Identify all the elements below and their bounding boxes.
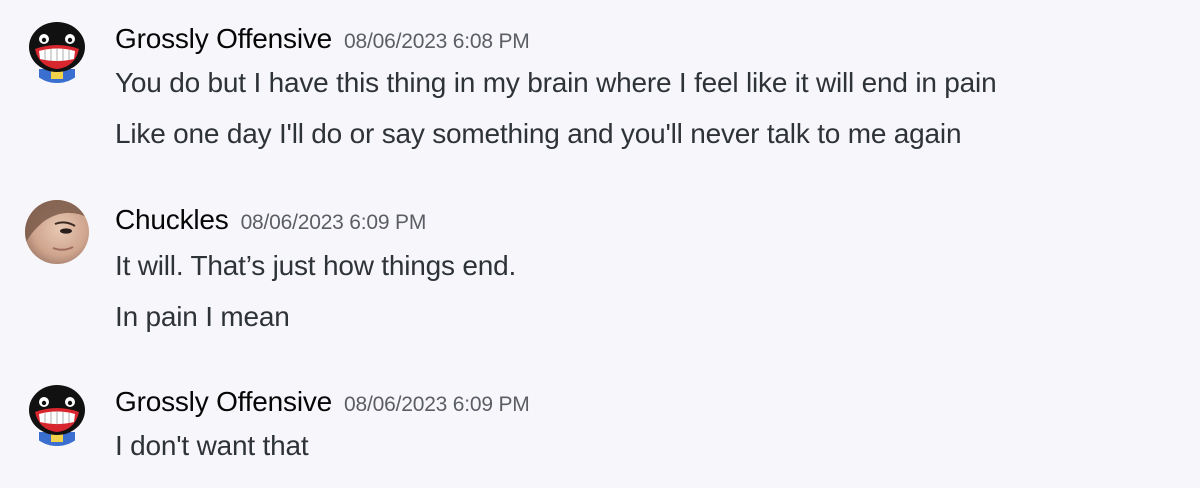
grinning-face-avatar[interactable] (25, 19, 89, 83)
message-text: In pain I mean (115, 301, 290, 332)
face-photo-avatar[interactable] (25, 200, 89, 264)
message-text: Like one day I'll do or say something an… (115, 118, 962, 149)
message-group: Grossly Offensive 08/06/2023 6:08 PM You … (0, 19, 1200, 159)
chat-log: Grossly Offensive 08/06/2023 6:08 PM You … (0, 0, 1200, 488)
grinning-face-icon (25, 19, 89, 83)
message-text: It will. That’s just how things end. (115, 250, 517, 281)
author-name[interactable]: Grossly Offensive (115, 386, 332, 417)
message-text: I don't want that (115, 430, 309, 461)
message-header: Grossly Offensive 08/06/2023 6:09 PM (115, 382, 530, 422)
face-photo-icon (25, 200, 89, 264)
author-name[interactable]: Chuckles (115, 204, 229, 235)
message-timestamp: 08/06/2023 6:09 PM (240, 211, 427, 234)
grinning-face-avatar[interactable] (25, 382, 89, 446)
message-header: Grossly Offensive 08/06/2023 6:08 PM (115, 19, 530, 59)
author-name[interactable]: Grossly Offensive (115, 23, 332, 54)
grinning-face-icon (25, 382, 89, 446)
message-text: You do but I have this thing in my brain… (115, 67, 997, 98)
message-header: Chuckles 08/06/2023 6:09 PM (115, 200, 426, 240)
message-timestamp: 08/06/2023 6:09 PM (344, 393, 530, 416)
message-group: Chuckles 08/06/2023 6:09 PM It will. That… (0, 200, 1200, 340)
message-group: Grossly Offensive 08/06/2023 6:09 PM I do… (0, 382, 1200, 472)
message-timestamp: 08/06/2023 6:08 PM (344, 30, 530, 53)
